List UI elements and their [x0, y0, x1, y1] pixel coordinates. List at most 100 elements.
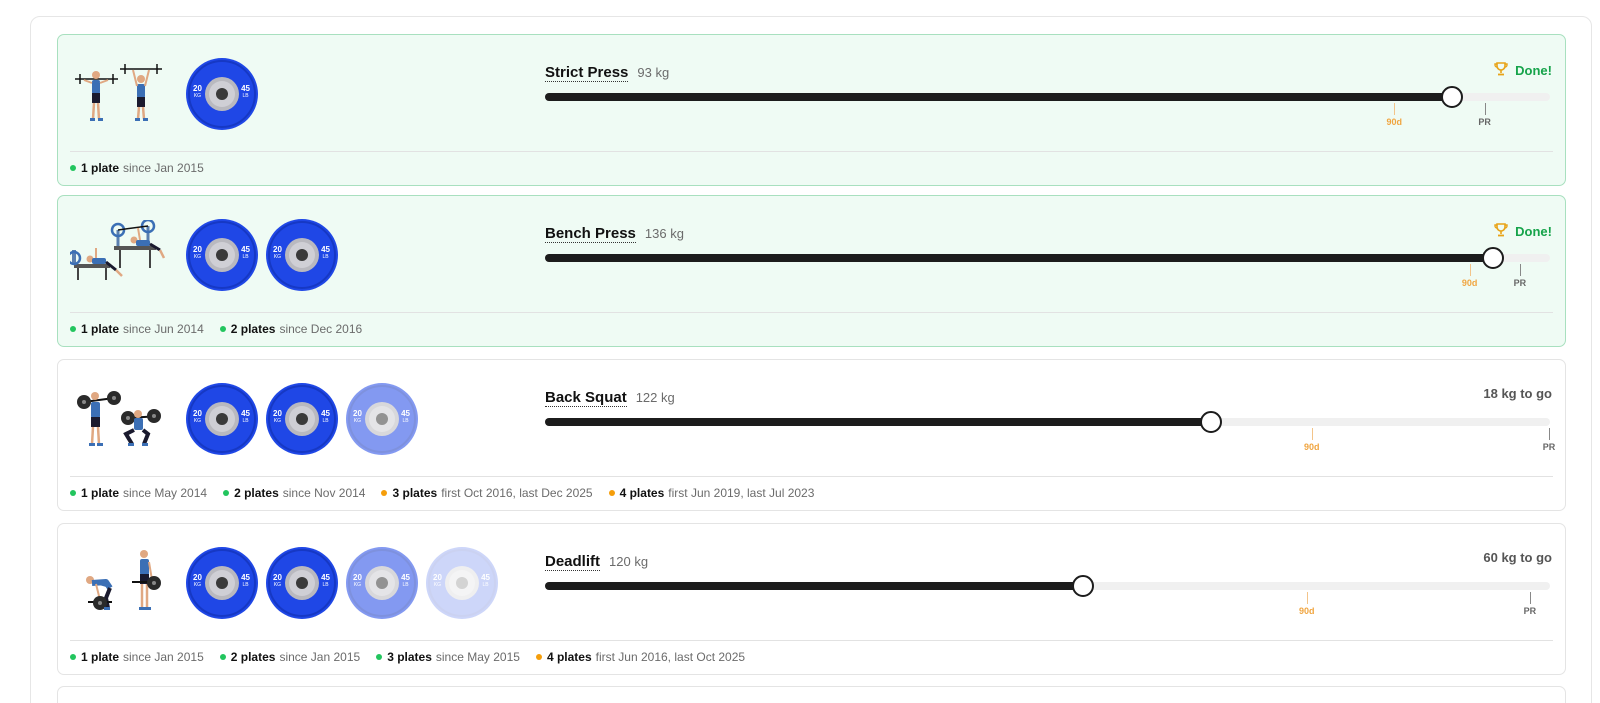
trophy-icon [1493, 222, 1509, 241]
history-item: 1 plate since Jun 2014 [70, 322, 204, 336]
lift-name[interactable]: Deadlift [545, 553, 601, 571]
status-dot-icon [70, 490, 76, 496]
history-text: since Nov 2014 [282, 486, 366, 500]
history-label: 3 plates [387, 650, 432, 664]
history-label: 4 plates [546, 650, 592, 664]
progress-track: 90d PR [545, 86, 1550, 127]
status-text: 60 kg to go [1483, 550, 1552, 565]
bumper-plate-icon: 20 KG 45 LB [265, 546, 339, 620]
divider [70, 640, 1553, 641]
history-text: first Jun 2019, last Jul 2023 [668, 486, 815, 500]
lift-weight: 136 kg [644, 226, 684, 241]
status-badge: 60 kg to go [1483, 550, 1552, 565]
history-label: 1 plate [81, 161, 120, 175]
bumper-plate-icon: 20 KG 45 LB [185, 382, 259, 456]
plate-history: 1 plate since May 2014 2 plates since Nov 2… [70, 486, 814, 500]
plate-history: 1 plate since Jun 2014 2 plates since Dec 2… [70, 322, 362, 336]
plate-stack: 20 KG 45 LB 20 KG 45 LB [185, 218, 339, 294]
plate-stack: 20 KG 45 LB 20 KG 45 LB 20 KG 45 LB [185, 382, 419, 458]
status-dot-icon [223, 490, 230, 496]
lift-card-deadlift[interactable]: 20 KG 45 LB 20 KG 45 LB 20 KG 45 LB 20 KG 45 LB Deadlif… [57, 523, 1566, 675]
progress-track: 90d PR [545, 575, 1550, 616]
history-label: 1 plate [81, 486, 120, 500]
history-item: 1 plate since Jan 2015 [70, 650, 204, 664]
lift-name[interactable]: Bench Press [545, 225, 636, 243]
history-label: 2 plates [230, 322, 276, 336]
history-text: since May 2015 [435, 650, 520, 664]
lift-card-next[interactable] [57, 686, 1566, 703]
bumper-plate-icon: 20 KG 45 LB [265, 218, 339, 292]
bumper-plate-icon: 20 KG 45 LB [185, 546, 259, 620]
progress-handle[interactable] [1200, 411, 1223, 433]
bumper-plate-icon: 20 KG 45 LB [265, 382, 339, 456]
status-dot-icon [376, 654, 383, 660]
status-badge: Done! [1493, 61, 1552, 80]
status-text: Done! [1515, 63, 1552, 78]
lift-weight: 122 kg [635, 390, 675, 405]
status-text: 18 kg to go [1483, 386, 1552, 401]
overhead-press-figure-icon [70, 59, 170, 129]
history-text: first Jun 2016, last Oct 2025 [595, 650, 746, 664]
divider [70, 151, 1553, 152]
deadlift-figure-icon [70, 548, 170, 618]
lift-name[interactable]: Back Squat [545, 389, 627, 407]
divider [70, 312, 1553, 313]
bumper-plate-icon: 20 KG 45 LB [185, 218, 259, 292]
plate-history: 1 plate since Jan 2015 2 plates since Jan 2… [70, 650, 745, 664]
progress-track: 90d PR [545, 247, 1550, 288]
history-item: 2 plates since Dec 2016 [219, 322, 363, 336]
history-item: 3 plates first Oct 2016, last Dec 2025 [381, 486, 593, 500]
lift-card-bench-press[interactable]: 20 KG 45 LB 20 KG 45 LB Bench Press 136 kg Done… [57, 195, 1566, 347]
back-squat-figure-icon [70, 384, 170, 454]
plate-stack: 20 KG 45 LB 20 KG 45 LB 20 KG 45 LB 20 KG 45 LB [185, 546, 499, 622]
progress-handle[interactable] [1071, 575, 1094, 597]
lift-card-back-squat[interactable]: 20 KG 45 LB 20 KG 45 LB 20 KG 45 LB Back Squat 122 … [57, 359, 1566, 511]
status-dot-icon [70, 654, 76, 660]
lift-weight: 120 kg [609, 554, 649, 569]
status-dot-icon [219, 326, 226, 332]
lift-name[interactable]: Strict Press [545, 64, 629, 82]
status-dot-icon [219, 654, 226, 660]
plate-history: 1 plate since Jan 2015 [70, 161, 204, 175]
history-text: since Jun 2014 [123, 322, 204, 336]
bumper-plate-icon: 20 KG 45 LB [345, 382, 419, 456]
status-badge: Done! [1493, 222, 1552, 241]
progress-fill [545, 418, 1212, 426]
bench-press-figure-icon [66, 218, 170, 290]
progress-handle[interactable] [1440, 86, 1463, 108]
lift-weight: 93 kg [637, 65, 670, 80]
history-text: since Jan 2015 [123, 161, 204, 175]
progress-track: 90d PR [545, 411, 1555, 452]
bumper-plate-icon: 20 KG 45 LB [425, 546, 499, 620]
divider [70, 476, 1553, 477]
history-label: 1 plate [81, 322, 120, 336]
history-item: 1 plate since Jan 2015 [70, 161, 204, 175]
progress-handle[interactable] [1481, 247, 1504, 269]
plate-stack: 20 KG 45 LB [185, 57, 259, 133]
trophy-icon [1493, 61, 1509, 80]
history-text: since Dec 2016 [279, 322, 363, 336]
history-label: 2 plates [230, 650, 276, 664]
history-item: 4 plates first Jun 2016, last Oct 2025 [535, 650, 746, 664]
history-text: since Jan 2015 [279, 650, 361, 664]
history-label: 2 plates [234, 486, 279, 500]
history-label: 4 plates [619, 486, 665, 500]
history-item: 2 plates since Jan 2015 [219, 650, 361, 664]
history-item: 4 plates first Jun 2019, last Jul 2023 [608, 486, 815, 500]
history-text: since Jan 2015 [123, 650, 204, 664]
progress-fill [545, 93, 1452, 101]
bumper-plate-icon: 20 KG 45 LB [185, 57, 259, 131]
status-dot-icon [608, 490, 615, 496]
history-item: 3 plates since May 2015 [376, 650, 520, 664]
status-text: Done! [1515, 224, 1552, 239]
status-dot-icon [70, 165, 76, 171]
status-dot-icon [381, 490, 388, 496]
progress-fill [545, 582, 1083, 590]
history-item: 1 plate since May 2014 [70, 486, 207, 500]
status-dot-icon [70, 326, 76, 332]
status-dot-icon [535, 654, 542, 660]
lift-card-strict-press[interactable]: 20 KG 45 LB Strict Press 93 kg Done! 90d PR … [57, 34, 1566, 186]
history-label: 3 plates [392, 486, 438, 500]
bumper-plate-icon: 20 KG 45 LB [345, 546, 419, 620]
history-label: 1 plate [81, 650, 120, 664]
